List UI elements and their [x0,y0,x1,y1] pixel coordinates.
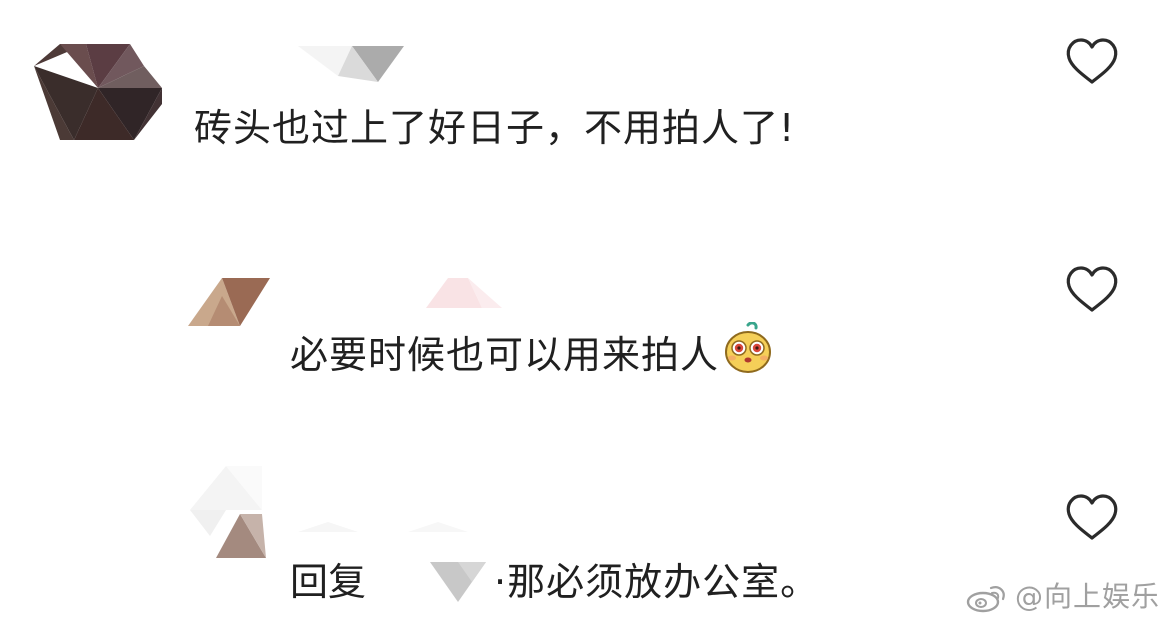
watermark: @向上娱乐 [965,580,1160,614]
reply-prefix: 回复 [290,560,367,604]
comment-item-3: 回复 ·那必须放办公室。 [0,0,1170,624]
weibo-logo-icon [966,586,1005,613]
watermark-text: @向上娱乐 [1014,580,1160,613]
heart-outline-icon [1066,494,1118,540]
reply-username-mosaic[interactable] [430,560,494,604]
like-button[interactable] [1064,492,1120,542]
avatar[interactable] [190,466,270,558]
comment-text: ·那必须放办公室。 [494,560,820,604]
username-mosaic[interactable] [298,520,478,534]
